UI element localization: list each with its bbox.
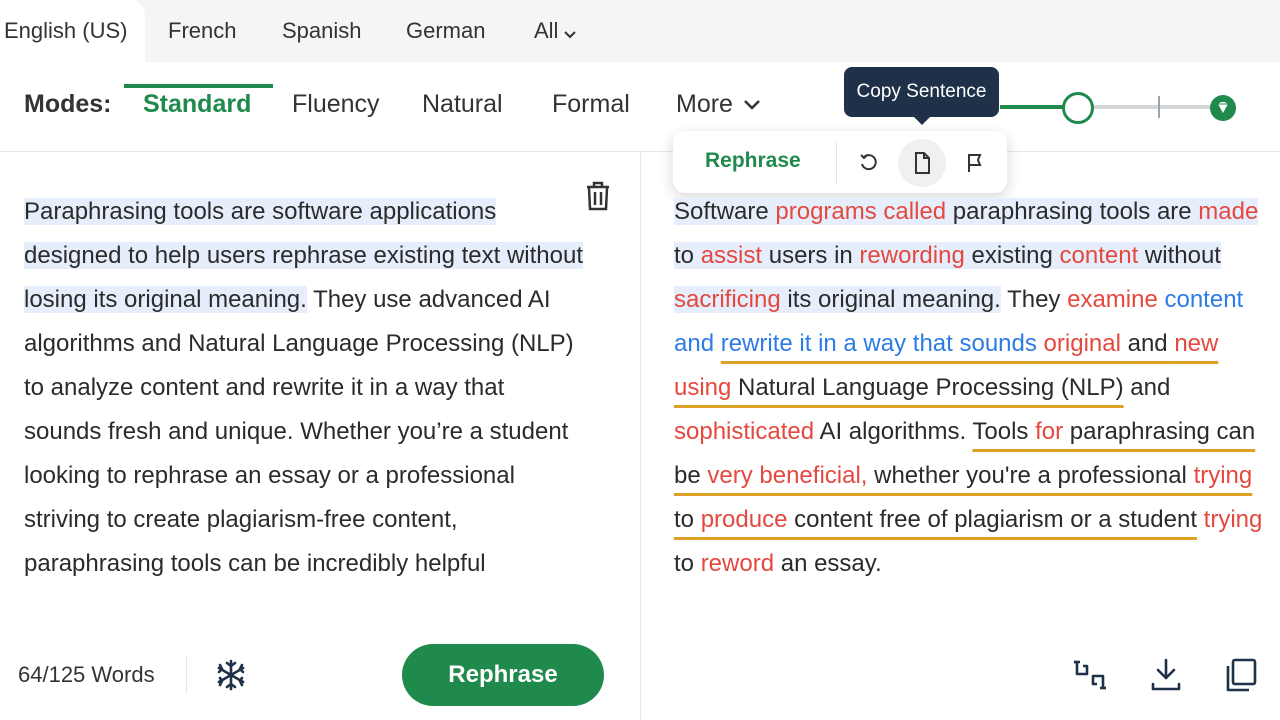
changed-word[interactable]: very beneficial, [707,462,867,489]
language-bar: English (US) French Spanish German All [0,0,1280,62]
trash-icon[interactable] [584,180,612,212]
output-segment: to [674,506,701,533]
copy-all-icon[interactable] [1222,656,1260,694]
changed-word[interactable]: examine [1067,286,1158,313]
gem-icon [1210,95,1236,121]
freeze-words-icon[interactable] [214,658,248,692]
pane-divider [640,152,641,720]
changed-word[interactable]: sacrificing [674,286,781,313]
mode-more-label: More [676,90,733,118]
changed-word[interactable]: produce [701,506,788,533]
chevron-down-icon [564,1,577,63]
flag-icon[interactable] [951,139,999,187]
popup-divider [836,141,837,183]
lang-tab-all[interactable]: All [534,0,577,63]
lang-tab-spanish[interactable]: Spanish [282,0,362,62]
structural-change[interactable]: rewrite it in a way that sounds [721,330,1037,357]
undo-icon[interactable] [845,139,893,187]
changed-word[interactable]: made [1198,198,1259,225]
changed-word[interactable]: trying [1194,462,1253,489]
modes-label: Modes: [24,90,112,118]
output-segment: content free of plagiarism or a student [787,506,1197,533]
rephrase-button[interactable]: Rephrase [402,644,604,706]
output-segment: They [1000,286,1068,313]
output-text[interactable]: Software programs called paraphrasing to… [674,190,1274,620]
lang-all-label: All [534,18,559,43]
mode-formal[interactable]: Formal [552,90,630,119]
word-count: 64/125 Words [18,662,155,687]
output-segment: to [674,242,701,269]
download-icon[interactable] [1147,656,1185,694]
output-segment: its original meaning. [780,286,1001,313]
active-mode-underline [124,84,273,88]
changed-word[interactable]: sophisticated [674,418,814,445]
mode-fluency[interactable]: Fluency [292,90,380,119]
output-segment: whether you're a professional [867,462,1194,489]
lang-tab-french[interactable]: French [168,0,236,62]
sentence-popup: Rephrase [673,131,1007,193]
changed-word[interactable]: assist [700,242,763,269]
copy-sentence-tooltip: Copy Sentence [844,67,999,117]
compare-icon[interactable] [1071,656,1109,694]
mode-natural[interactable]: Natural [422,90,503,119]
output-segment: paraphrasing tools are [946,198,1199,225]
changed-word[interactable]: programs called [775,198,947,225]
changed-word[interactable]: rewording [859,242,965,269]
changed-word[interactable]: for [1035,418,1063,445]
changed-word[interactable]: content [1059,242,1139,269]
changed-word[interactable]: reword [701,550,774,577]
output-segment: Tools [972,418,1036,445]
output-segment: without [1138,242,1221,269]
output-segment [714,330,721,357]
lang-tab-german[interactable]: German [406,0,485,62]
output-segment: Natural Language Processing (NLP) [731,374,1124,401]
input-text[interactable]: Paraphrasing tools are software applicat… [24,190,584,620]
lang-tab-english[interactable]: English (US) [0,0,146,62]
output-segment: and [1123,374,1171,401]
output-segment: an essay. [774,550,882,577]
copy-sentence-icon[interactable] [898,139,946,187]
footer-divider [186,656,187,694]
changed-word[interactable]: trying [1204,506,1263,533]
mode-more[interactable]: More [676,90,760,119]
output-segment: users in [762,242,860,269]
tooltip-arrow [912,115,932,125]
changed-word[interactable]: original [1044,330,1121,357]
output-segment: AI algorithms. [814,418,973,445]
output-segment [1197,506,1204,533]
output-segment [1037,330,1044,357]
output-segment: Software [674,198,776,225]
synonyms-slider-tick [1158,96,1160,118]
output-segment: existing [964,242,1060,269]
output-segment: and [1120,330,1175,357]
popup-rephrase-button[interactable]: Rephrase [705,149,801,173]
output-segment: to [674,550,701,577]
input-rest-text: They use advanced AI algorithms and Natu… [24,286,574,577]
synonyms-slider-handle[interactable] [1062,92,1094,124]
mode-standard[interactable]: Standard [143,90,251,119]
chevron-down-icon [740,90,760,118]
